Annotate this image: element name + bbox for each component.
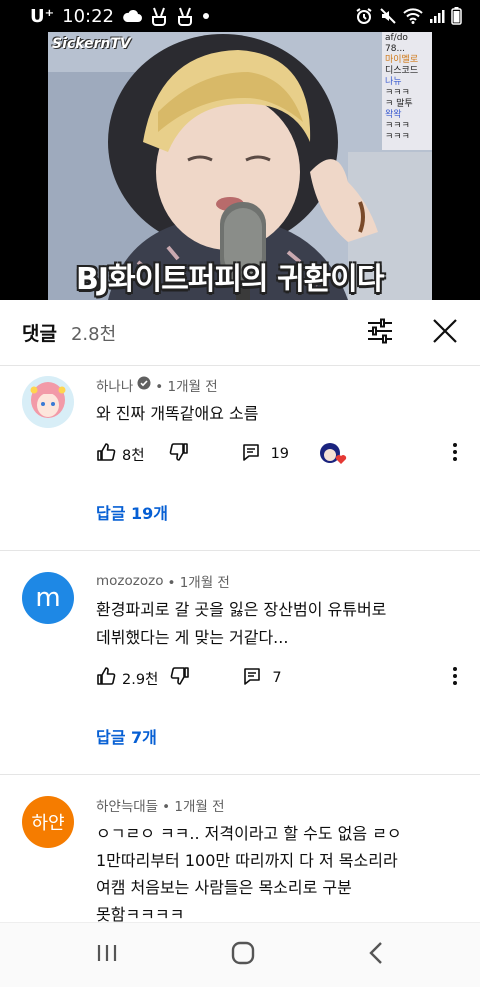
- like-count: 2.9천: [122, 671, 159, 688]
- peace-hand-icon: [150, 6, 168, 26]
- video-watermark: SickernTV: [52, 36, 131, 52]
- comment-time: • 1개월 전: [162, 799, 225, 815]
- dislike-button[interactable]: [170, 666, 190, 690]
- like-button[interactable]: 8천: [96, 442, 145, 466]
- comment-text-line: 여캠 처음보는 사람들은 목소리로 구분: [96, 878, 352, 897]
- alarm-icon: [355, 7, 373, 25]
- comment-time: • 1개월 전: [167, 575, 230, 591]
- reply-button[interactable]: 19: [241, 442, 289, 466]
- avatar-letter: m: [35, 583, 61, 613]
- chat-line: 마이멜로: [385, 55, 419, 65]
- filter-icon[interactable]: [366, 318, 394, 348]
- comment-text-line: 데뷔했다는 게 맞는 거같다...: [96, 628, 289, 647]
- thumb-up-icon: [96, 442, 116, 466]
- cloud-icon: [122, 9, 142, 23]
- like-count: 8천: [122, 447, 145, 464]
- system-nav-bar: [0, 922, 480, 987]
- thumb-down-icon: [170, 666, 190, 690]
- comments-header: 댓글 2.8천: [0, 300, 480, 366]
- chat-line: ㅋㅋㅋ: [385, 121, 410, 131]
- comment-actions: 2.9천 7: [96, 666, 466, 690]
- view-replies-link[interactable]: 답글 19개: [96, 500, 168, 524]
- divider: [0, 550, 480, 551]
- video-player[interactable]: SickernTV af/do 78... 마이멜로 디스코드 나뉴 ㅋㅋㅋ ㅋ…: [0, 32, 480, 300]
- comment-text-line: 1만따리부터 100만 따리까지 다 저 목소리라: [96, 851, 398, 870]
- comment-text: 환경파괴로 갈 곳을 잃은 장산범이 유튜버로 데뷔했다는 게 맞는 거같다..…: [96, 596, 460, 652]
- verified-icon: [137, 376, 151, 394]
- clock: 10:22: [62, 5, 114, 27]
- video-frame[interactable]: SickernTV af/do 78... 마이멜로 디스코드 나뉴 ㅋㅋㅋ ㅋ…: [48, 32, 432, 300]
- thumb-down-icon: [169, 442, 189, 466]
- avatar[interactable]: m: [22, 572, 74, 624]
- home-icon[interactable]: [231, 941, 255, 969]
- more-vert-icon[interactable]: [452, 666, 458, 690]
- wifi-icon: [403, 8, 423, 24]
- comments-title: 댓글: [22, 323, 57, 345]
- comment-author[interactable]: 하나나: [96, 375, 133, 395]
- status-bar: U⁺ 10:22: [0, 0, 480, 32]
- chat-line: af/do: [385, 33, 408, 43]
- reply-count: 7: [272, 670, 282, 686]
- like-button[interactable]: 2.9천: [96, 666, 158, 690]
- comment-actions: 8천 19: [96, 442, 466, 466]
- signal-icon: [429, 8, 445, 24]
- mute-icon: [379, 7, 397, 25]
- comment-author[interactable]: 하얀늑대들: [96, 795, 158, 815]
- avatar-letter: 하얀: [31, 813, 65, 834]
- reply-button[interactable]: 7: [242, 666, 282, 690]
- carrier-label: U⁺: [30, 5, 55, 27]
- comments-count: 2.8천: [70, 323, 117, 345]
- video-caption: BJ화이트퍼피의 귀환이다: [76, 262, 384, 297]
- reply-icon: [241, 442, 261, 466]
- chat-line: 78...: [385, 44, 406, 54]
- close-icon[interactable]: [432, 318, 458, 348]
- comment-text: ㅇㄱㄹㅇ ㅋㅋ.. 저격이라고 할 수도 없음 ㄹㅇ 1만따리부터 100만 따…: [96, 820, 460, 928]
- chat-line: 디스코드: [385, 66, 419, 76]
- chat-line: ㅋㅋㅋ: [385, 88, 410, 98]
- comment-time: • 1개월 전: [155, 379, 218, 395]
- recent-apps-icon[interactable]: [96, 943, 118, 967]
- back-icon[interactable]: [368, 941, 384, 969]
- chat-line: ㅋ 말투: [385, 99, 413, 109]
- creator-heart-badge: [319, 442, 347, 466]
- thumb-up-icon: [96, 666, 116, 690]
- dislike-button[interactable]: [169, 442, 189, 466]
- view-replies-link[interactable]: 답글 7개: [96, 724, 157, 748]
- chat-line: 나뉴: [385, 77, 402, 87]
- reply-count: 19: [270, 446, 290, 462]
- more-vert-icon[interactable]: [452, 442, 458, 466]
- notification-dot-icon: [202, 12, 210, 20]
- peace-hand-icon: [176, 6, 194, 26]
- comment-author[interactable]: mozozozo: [96, 573, 163, 589]
- divider: [0, 774, 480, 775]
- comment-text: 와 진짜 개똑같애요 소름: [96, 404, 259, 423]
- live-chat-overlay: af/do 78... 마이멜로 디스코드 나뉴 ㅋㅋㅋ ㅋ 말투 왁왁 ㅋㅋㅋ…: [382, 32, 432, 150]
- reply-icon: [242, 666, 262, 690]
- comment-text-line: ㅇㄱㄹㅇ ㅋㅋ.. 저격이라고 할 수도 없음 ㄹㅇ: [96, 824, 402, 843]
- chat-line: 왁왁: [385, 110, 402, 120]
- avatar[interactable]: [22, 376, 74, 428]
- comment-text-line: 환경파괴로 갈 곳을 잃은 장산범이 유튜버로: [96, 600, 387, 619]
- battery-icon: [451, 7, 462, 25]
- chat-line: ㅋㅋㅋ: [385, 132, 410, 142]
- avatar[interactable]: 하얀: [22, 796, 74, 848]
